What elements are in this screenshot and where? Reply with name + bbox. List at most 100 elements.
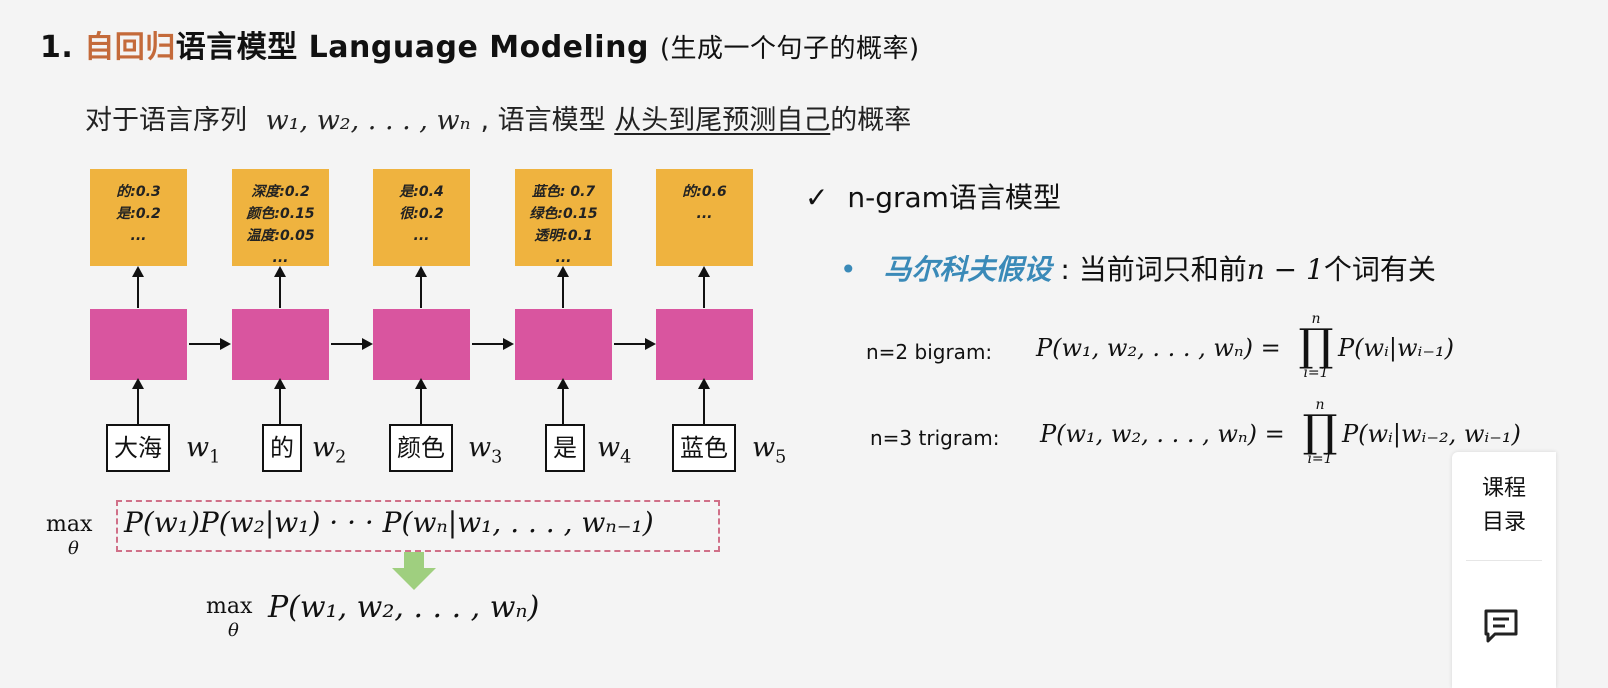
bigram-product: n ∏ i=1 [1296, 312, 1336, 380]
title-paren: (生成一个句子的概率) [659, 34, 920, 64]
input-variable-index: 4 [620, 447, 632, 468]
up-arrow-icon [132, 378, 144, 424]
down-arrow-icon [392, 552, 436, 590]
max-operator: max [46, 512, 93, 537]
markov-text-b: 个词有关 [1323, 253, 1436, 286]
output-prob-line: 的:0.6 [682, 184, 727, 200]
subtitle-middle: , 语言模型 [480, 105, 606, 136]
ngram-heading: ✓ n-gram语言模型 [805, 176, 1061, 216]
max-operator-2: max [206, 594, 253, 619]
up-arrow-icon [698, 378, 710, 424]
input-variable-letter: w [597, 432, 621, 463]
bigram-rhs: P(wᵢ|wᵢ₋₁) [1338, 334, 1454, 362]
divider [1466, 560, 1542, 561]
output-prob-line: 蓝色: 0.7 [531, 184, 596, 200]
output-prob-line: 颜色:0.15 [246, 206, 315, 222]
subtitle-prefix: 对于语言序列 [85, 105, 247, 136]
title-accent: 自回归 [84, 30, 176, 65]
input-word-box: 颜色 [389, 424, 453, 472]
markov-text-a: 当前词只和前 [1078, 253, 1247, 286]
output-distribution-box: 的:0.3 是:0.2... [90, 169, 187, 266]
ngram-title: n-gram语言模型 [847, 181, 1061, 214]
output-prob-line: 绿色:0.15 [529, 206, 598, 222]
input-variable-index: 2 [335, 447, 347, 468]
input-variable-index: 3 [491, 447, 503, 468]
subtitle-suffix: 的概率 [830, 105, 912, 136]
rnn-cell [373, 309, 470, 380]
trigram-lhs: P(w₁, w₂, . . . , wₙ) = [1040, 420, 1285, 448]
output-prob-line: ... [696, 206, 713, 222]
rnn-cell [90, 309, 187, 380]
output-prob-line: 温度:0.05 [246, 228, 315, 244]
up-arrow-icon [557, 266, 569, 308]
trigram-product: n ∏ i=1 [1300, 398, 1340, 466]
trigram-label: n=3 trigram: [870, 426, 1000, 450]
rnn-cell [515, 309, 612, 380]
course-catalog-button[interactable]: 课程 目录 [1452, 472, 1556, 540]
bigram-lhs: P(w₁, w₂, . . . , wₙ) = [1036, 334, 1281, 362]
right-arrow-icon [331, 338, 373, 350]
up-arrow-icon [132, 266, 144, 308]
theta-symbol: θ [68, 538, 79, 559]
chat-icon[interactable] [1481, 606, 1521, 646]
subtitle: 对于语言序列 w₁, w₂, . . . , wₙ , 语言模型 从头到尾预测自己… [85, 98, 911, 137]
right-arrow-icon [189, 338, 231, 350]
bigram-label: n=2 bigram: [866, 340, 993, 364]
input-variable-index: 5 [775, 447, 787, 468]
output-distribution-box: 蓝色: 0.7 绿色:0.15 透明:0.1... [515, 169, 612, 266]
markov-line: • 马尔科夫假设 : 当前词只和前n − 1个词有关 [840, 248, 1436, 288]
up-arrow-icon [274, 378, 286, 424]
rnn-cell [232, 309, 329, 380]
output-prob-line: 深度:0.2 [251, 184, 310, 200]
output-distribution-box: 深度:0.2 颜色:0.15 温度:0.05... [232, 169, 329, 266]
output-prob-line: 是:0.2 [116, 206, 161, 222]
input-variable-index: 1 [209, 447, 221, 468]
chain-formula: P(w₁)P(w₂|w₁) · · · P(wₙ|w₁, . . . , wₙ₋… [124, 506, 654, 539]
up-arrow-icon [415, 266, 427, 308]
course-catalog-line1: 课程 [1481, 476, 1526, 501]
input-variable: w5 [752, 432, 786, 467]
input-word-box: 是 [545, 424, 585, 472]
theta-symbol-2: θ [228, 620, 239, 641]
check-icon: ✓ [805, 181, 829, 214]
up-arrow-icon [698, 266, 710, 308]
input-variable: w4 [597, 432, 631, 467]
markov-sep: : [1060, 253, 1070, 286]
input-variable-letter: w [468, 432, 492, 463]
bullet-icon: • [840, 253, 857, 286]
subtitle-underlined: 从头到尾预测自己 [614, 105, 831, 136]
joint-formula: P(w₁, w₂, . . . , wₙ) [268, 590, 540, 625]
rnn-cell [656, 309, 753, 380]
up-arrow-icon [557, 378, 569, 424]
up-arrow-icon [415, 378, 427, 424]
input-variable-letter: w [186, 432, 210, 463]
course-catalog-line2: 目录 [1481, 510, 1526, 535]
input-variable: w2 [312, 432, 346, 467]
input-variable-letter: w [752, 432, 776, 463]
bigram-prod-symbol: ∏ [1298, 320, 1334, 371]
markov-math: n − 1 [1246, 253, 1324, 286]
title-number: 1. [40, 30, 74, 65]
output-distribution-box: 的:0.6... [656, 169, 753, 266]
output-distribution-box: 是:0.4 很:0.2... [373, 169, 470, 266]
right-arrow-icon [472, 338, 514, 350]
title-rest: 语言模型 Language Modeling [175, 30, 649, 65]
page-title: 1. 自回归语言模型 Language Modeling (生成一个句子的概率) [40, 22, 920, 66]
input-word-box: 蓝色 [672, 424, 736, 472]
output-prob-line: 很:0.2 [399, 206, 444, 222]
markov-term: 马尔科夫假设 [883, 253, 1052, 286]
subtitle-sequence: w₁, w₂, . . . , wₙ [265, 105, 471, 136]
input-word-box: 大海 [106, 424, 170, 472]
output-prob-line: 的:0.3 [116, 184, 161, 200]
right-arrow-icon [614, 338, 656, 350]
output-prob-line: 是:0.4 [399, 184, 444, 200]
trigram-rhs: P(wᵢ|wᵢ₋₂, wᵢ₋₁) [1342, 420, 1521, 448]
input-variable: w3 [468, 432, 502, 467]
output-prob-line: 透明:0.1 [534, 228, 593, 244]
input-variable: w1 [186, 432, 220, 467]
trigram-prod-symbol: ∏ [1302, 406, 1338, 457]
input-word-box: 的 [262, 424, 302, 472]
output-prob-line: ... [413, 228, 430, 244]
output-prob-line: ... [130, 228, 147, 244]
up-arrow-icon [274, 266, 286, 308]
